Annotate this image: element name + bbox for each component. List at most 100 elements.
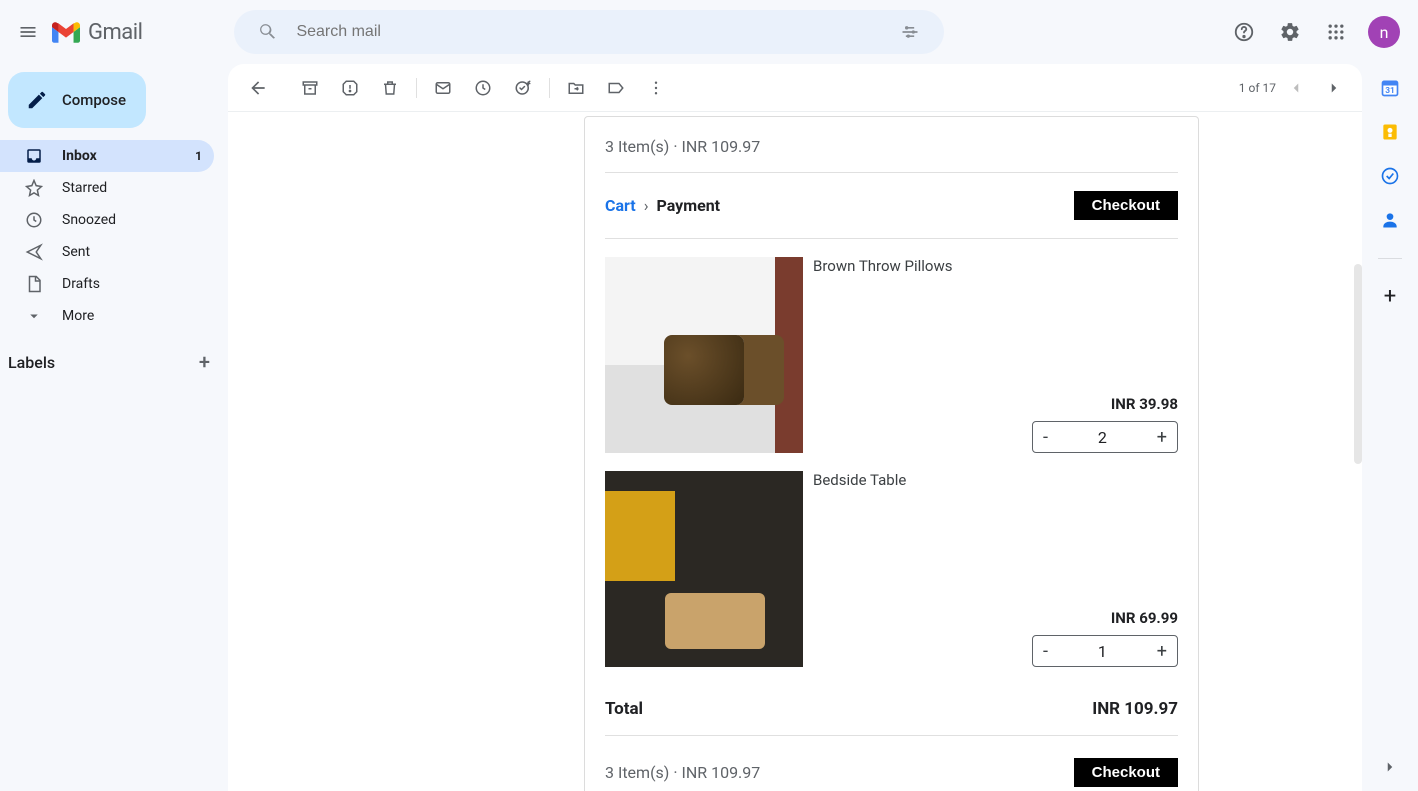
mark-unread-button[interactable]	[423, 68, 463, 108]
breadcrumb: Cart › Payment	[605, 196, 720, 215]
compose-label: Compose	[62, 91, 126, 109]
nav-snoozed[interactable]: Snoozed	[0, 204, 214, 236]
product-image	[605, 257, 803, 453]
cart-item: Bedside Table INR 69.99 - 1 +	[605, 453, 1178, 667]
product-price: INR 39.98	[813, 395, 1178, 413]
labels-heading: Labels	[8, 353, 55, 372]
add-label-button[interactable]: +	[199, 350, 210, 374]
nav-more[interactable]: More	[0, 300, 214, 332]
chevron-right-icon	[1381, 758, 1399, 776]
gmail-wordmark: Gmail	[88, 20, 142, 45]
chevron-right-icon	[1325, 79, 1343, 97]
toolbar: 1 of 17	[228, 64, 1362, 112]
nav-sent[interactable]: Sent	[0, 236, 214, 268]
qty-value: 2	[1098, 428, 1107, 447]
tasks-app-icon[interactable]	[1380, 166, 1400, 186]
star-icon	[24, 179, 44, 197]
sidebar: Compose Inbox 1 Starred Snoozed Sent	[0, 64, 228, 791]
search-input[interactable]	[288, 23, 890, 41]
header-right: n	[1224, 12, 1410, 52]
keep-app-icon[interactable]	[1380, 122, 1400, 142]
checkout-button-top[interactable]: Checkout	[1074, 191, 1178, 220]
chevron-left-icon	[1287, 79, 1305, 97]
support-button[interactable]	[1224, 12, 1264, 52]
delete-button[interactable]	[370, 68, 410, 108]
nav-drafts[interactable]: Drafts	[0, 268, 214, 300]
search-icon[interactable]	[248, 12, 288, 52]
breadcrumb-payment: Payment	[656, 196, 720, 215]
move-to-button[interactable]	[556, 68, 596, 108]
chevron-down-icon	[24, 307, 44, 325]
pager-next[interactable]	[1316, 70, 1352, 106]
search-options-icon[interactable]	[890, 12, 930, 52]
gmail-logo[interactable]: Gmail	[52, 20, 142, 45]
product-image	[605, 471, 803, 667]
side-divider	[1378, 258, 1402, 259]
toolbar-separator	[416, 78, 417, 98]
apps-grid-icon	[1326, 22, 1346, 42]
calendar-app-icon[interactable]: 31	[1380, 78, 1400, 98]
quantity-stepper: - 1 +	[1032, 635, 1178, 667]
pager-text: 1 of 17	[1239, 81, 1276, 95]
contacts-app-icon[interactable]	[1380, 210, 1400, 230]
mail-icon	[434, 79, 452, 97]
content-area[interactable]: 3 Item(s) · INR 109.97 Cart › Payment Ch…	[228, 112, 1362, 791]
checkout-button-bottom[interactable]: Checkout	[1074, 758, 1178, 787]
side-panel-collapse[interactable]	[1376, 753, 1404, 781]
nav-label: Starred	[62, 180, 107, 196]
total-row: Total INR 109.97	[605, 673, 1178, 736]
breadcrumb-sep: ›	[644, 196, 649, 215]
email-body-card: 3 Item(s) · INR 109.97 Cart › Payment Ch…	[584, 116, 1199, 791]
header: Gmail n	[0, 0, 1418, 64]
archive-button[interactable]	[290, 68, 330, 108]
cart-summary-bottom: 3 Item(s) · INR 109.97	[605, 763, 760, 782]
pencil-icon	[26, 89, 48, 111]
main-menu-button[interactable]	[8, 12, 48, 52]
qty-decrease[interactable]: -	[1043, 427, 1048, 448]
footer-row: 3 Item(s) · INR 109.97 Checkout	[605, 736, 1178, 787]
clock-icon	[24, 211, 44, 229]
nav-label: More	[62, 308, 94, 324]
nav-starred[interactable]: Starred	[0, 172, 214, 204]
pager-prev[interactable]	[1278, 70, 1314, 106]
qty-increase[interactable]: +	[1157, 641, 1167, 662]
label-icon	[607, 79, 625, 97]
settings-button[interactable]	[1270, 12, 1310, 52]
nav-inbox[interactable]: Inbox 1	[0, 140, 214, 172]
qty-value: 1	[1098, 642, 1107, 661]
report-spam-button[interactable]	[330, 68, 370, 108]
breadcrumb-row: Cart › Payment Checkout	[605, 173, 1178, 239]
apps-button[interactable]	[1316, 12, 1356, 52]
snooze-button[interactable]	[463, 68, 503, 108]
more-button[interactable]	[636, 68, 676, 108]
qty-increase[interactable]: +	[1157, 427, 1167, 448]
breadcrumb-cart[interactable]: Cart	[605, 196, 636, 215]
account-avatar[interactable]: n	[1368, 16, 1400, 48]
more-vert-icon	[647, 79, 665, 97]
back-button[interactable]	[238, 68, 278, 108]
folder-list: Inbox 1 Starred Snoozed Sent Drafts M	[0, 140, 228, 332]
inbox-icon	[24, 147, 44, 165]
scrollbar-thumb[interactable]	[1354, 264, 1362, 464]
search-bar[interactable]	[234, 10, 944, 54]
arrow-left-icon	[248, 78, 268, 98]
cart-item: Brown Throw Pillows INR 39.98 - 2 +	[605, 239, 1178, 453]
trash-icon	[381, 79, 399, 97]
total-label: Total	[605, 699, 643, 719]
labels-header: Labels +	[0, 332, 228, 374]
compose-button[interactable]: Compose	[8, 72, 146, 128]
main-panel: 1 of 17 3 Item(s) · INR 109.97 Cart › Pa…	[228, 64, 1362, 791]
svg-text:31: 31	[1385, 86, 1395, 96]
nav-label: Drafts	[62, 276, 100, 292]
product-name: Brown Throw Pillows	[813, 257, 1178, 275]
hamburger-icon	[18, 22, 38, 42]
spam-icon	[341, 79, 359, 97]
file-icon	[24, 275, 44, 293]
addons-button[interactable]: +	[1380, 287, 1400, 307]
help-icon	[1233, 21, 1255, 43]
task-add-icon	[514, 79, 532, 97]
folder-move-icon	[567, 79, 585, 97]
qty-decrease[interactable]: -	[1043, 641, 1048, 662]
add-task-button[interactable]	[503, 68, 543, 108]
labels-button[interactable]	[596, 68, 636, 108]
